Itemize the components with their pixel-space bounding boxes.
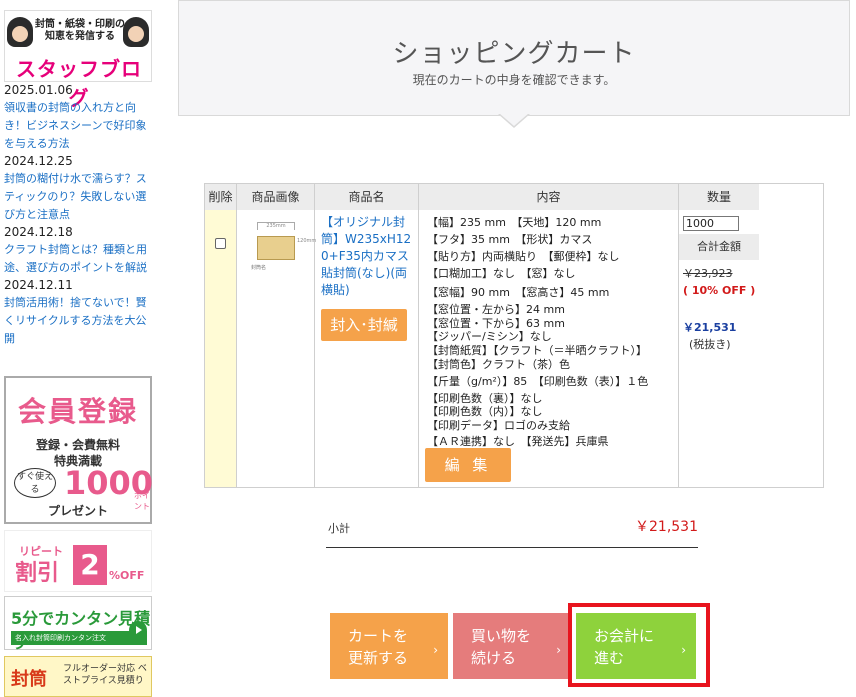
edit-button[interactable]: 編 集 <box>425 448 511 482</box>
subtotal-row: 小計 ￥21,531 <box>326 510 698 548</box>
member-banner-title: 会員登録 <box>17 395 138 428</box>
quantity-input[interactable] <box>683 216 739 231</box>
original-price: ￥23,923 <box>683 267 733 280</box>
news-link[interactable]: 封筒活用術！捨てないで！賢くリサイクルする方法を大公開 <box>4 294 154 348</box>
blog-banner-title: スタッフブログ <box>16 57 142 110</box>
total-label: 合計金額 <box>679 234 759 260</box>
name-cell: 【オリジナル封筒】W235xH120+F35内カマス貼封筒(なし)(両横貼) 封… <box>315 210 419 487</box>
news-link[interactable]: 領収書の封筒の入れ方と向き！ビジネスシーンで好印象を与える方法 <box>4 99 154 153</box>
spec-line: 【口糊加工】なし 【窓】なし <box>427 267 576 280</box>
discounted-price: ￥21,531 <box>683 321 737 334</box>
delete-cell <box>205 210 237 487</box>
page-subtitle: 現在のカートの中身を確認できます。 <box>412 73 616 87</box>
spec-line: 【フタ】35 mm 【形状】カマス <box>427 233 593 246</box>
spec-line: 【幅】235 mm 【天地】120 mm <box>427 216 602 229</box>
chevron-right-icon: › <box>556 643 561 657</box>
best-price-banner[interactable]: 封筒 フルオーダー対応 ベストプライス見積り <box>4 656 152 697</box>
product-thumbnail[interactable]: 235mm 120mm 封筒名 <box>249 216 316 272</box>
member-banner-present: プレゼント <box>47 504 108 518</box>
delete-checkbox[interactable] <box>215 238 226 249</box>
column-header-quantity: 数量 <box>679 184 759 210</box>
chevron-right-icon: › <box>433 643 438 657</box>
news-link[interactable]: クラフト封筒とは？種類と用途、選び方のポイントを解説 <box>4 241 154 277</box>
news-item: 2025.01.06 領収書の封筒の入れ方と向き！ビジネスシーンで好印象を与える… <box>4 82 154 153</box>
quick-estimate-banner[interactable]: 5分でカンタン見積り 名入れ封筒印刷カンタン注文 <box>4 596 152 652</box>
blog-banner-tagline: 封筒・紙袋・印刷の知恵を発信する <box>35 19 125 42</box>
staff-avatar-right <box>123 17 149 47</box>
thumb-dim-side: 120mm <box>297 238 317 244</box>
spec-line: 【窓位置・左から】24 mm <box>427 303 565 316</box>
update-cart-button[interactable]: カートを更新する › <box>330 613 448 679</box>
continue-shopping-button[interactable]: 買い物を続ける › <box>453 613 571 679</box>
sealing-button[interactable]: 封入･封緘 <box>321 309 407 341</box>
column-header-delete: 削除 <box>205 184 237 210</box>
tax-note: (税抜き) <box>689 338 731 351</box>
repeat-banner-off: %OFF <box>109 569 145 582</box>
spec-line: 【窓位置・下から】63 mm <box>427 317 565 330</box>
image-cell: 235mm 120mm 封筒名 <box>237 210 316 487</box>
update-cart-label: カートを更新する <box>348 627 409 667</box>
news-item: 2024.12.18 クラフト封筒とは？種類と用途、選び方のポイントを解説 <box>4 224 154 277</box>
spec-line: 【ジッパー/ミシン】なし <box>427 330 552 343</box>
repeat-banner-b: 割引 <box>15 561 60 586</box>
subtotal-value: ￥21,531 <box>635 519 698 535</box>
news-item: 2024.12.11 封筒活用術！捨てないで！賢くリサイクルする方法を大公開 <box>4 277 154 348</box>
news-date: 2024.12.11 <box>4 278 73 292</box>
column-header-name: 商品名 <box>315 184 419 210</box>
cart-table: 削除 商品画像 商品名 内容 数量 235mm 120mm 封筒名 【オリジナル… <box>204 183 824 488</box>
quantity-cell: 合計金額 ￥23,923 ( 10% OFF ) ￥21,531 (税抜き) <box>679 210 759 487</box>
spec-line: 【窓幅】90 mm 【窓高さ】45 mm <box>427 286 610 299</box>
spec-line: 【印刷データ】ロゴのみ支給 <box>427 419 570 432</box>
thumb-dim-top: 235mm <box>257 222 295 230</box>
page-header: ショッピングカート 現在のカートの中身を確認できます。 <box>178 0 850 116</box>
spec-line: 【斤量（g/m²）】85 【印刷色数（表）】１色 <box>427 375 649 388</box>
header-pointer <box>498 113 530 128</box>
subtotal-label: 小計 <box>328 522 350 535</box>
column-header-content: 内容 <box>419 184 679 210</box>
product-name-link[interactable]: 【オリジナル封筒】W235xH120+F35内カマス貼封筒(なし)(両横貼) <box>321 214 417 299</box>
spec-line: 【印刷色数（内）】なし <box>427 405 543 418</box>
thumb-label: 封筒名 <box>251 265 267 271</box>
continue-shopping-label: 買い物を続ける <box>471 627 532 667</box>
staff-avatar-left <box>7 17 33 47</box>
page-title: ショッピングカート <box>392 39 636 69</box>
member-registration-banner[interactable]: 会員登録 登録・会費無料 特典満載 すぐ使える 1000 ポイント プレゼント <box>4 376 153 524</box>
discount-label: ( 10% OFF ) <box>683 284 756 297</box>
envelope-icon <box>257 236 295 260</box>
news-date: 2025.01.06 <box>4 83 73 97</box>
main-content: ショッピングカート 現在のカートの中身を確認できます。 削除 商品画像 商品名 … <box>178 0 850 697</box>
staff-blog-banner[interactable]: 封筒・紙袋・印刷の知恵を発信する スタッフブログ <box>4 10 152 110</box>
spec-line: 【封筒色】クラフト（茶）色 <box>427 358 570 371</box>
news-item: 2024.12.25 封筒の糊付け水で濡らす？スティックのり？失敗しない選び方と… <box>4 153 154 224</box>
spec-line: 【貼り方】内両横貼り 【郵便枠】なし <box>427 250 620 263</box>
estimate-banner-sub: 名入れ封筒印刷カンタン注文 <box>11 631 147 645</box>
sidebar: 封筒・紙袋・印刷の知恵を発信する スタッフブログ 2025.01.06 領収書の… <box>0 0 157 697</box>
play-icon <box>129 621 147 639</box>
repeat-banner-num: 2 <box>73 545 107 585</box>
spec-line: 【封筒紙質】【クラフト（＝半晒クラフト）】 <box>427 344 647 357</box>
news-date: 2024.12.25 <box>4 154 73 168</box>
checkout-highlight-frame <box>568 603 710 687</box>
member-banner-line1: 登録・会費無料 <box>35 438 120 452</box>
best-banner-sub: フルオーダー対応 ベストプライス見積り <box>63 664 147 686</box>
content-cell: 【幅】235 mm 【天地】120 mm 【フタ】35 mm 【形状】カマス 【… <box>419 210 679 487</box>
news-date: 2024.12.18 <box>4 225 73 239</box>
best-banner-title: 封筒 <box>11 669 47 690</box>
news-list: 2025.01.06 領収書の封筒の入れ方と向き！ビジネスシーンで好印象を与える… <box>4 82 154 348</box>
column-header-image: 商品画像 <box>237 184 315 210</box>
spec-line: 【印刷色数（裏）】なし <box>427 392 543 405</box>
news-link[interactable]: 封筒の糊付け水で濡らす？スティックのり？失敗しない選び方と注意点 <box>4 170 154 224</box>
product-spec: 【幅】235 mm 【天地】120 mm 【フタ】35 mm 【形状】カマス 【… <box>427 214 675 451</box>
member-banner-bubble: すぐ使える <box>14 468 56 498</box>
repeat-discount-banner[interactable]: リピート 割引 2 %OFF <box>4 530 152 592</box>
